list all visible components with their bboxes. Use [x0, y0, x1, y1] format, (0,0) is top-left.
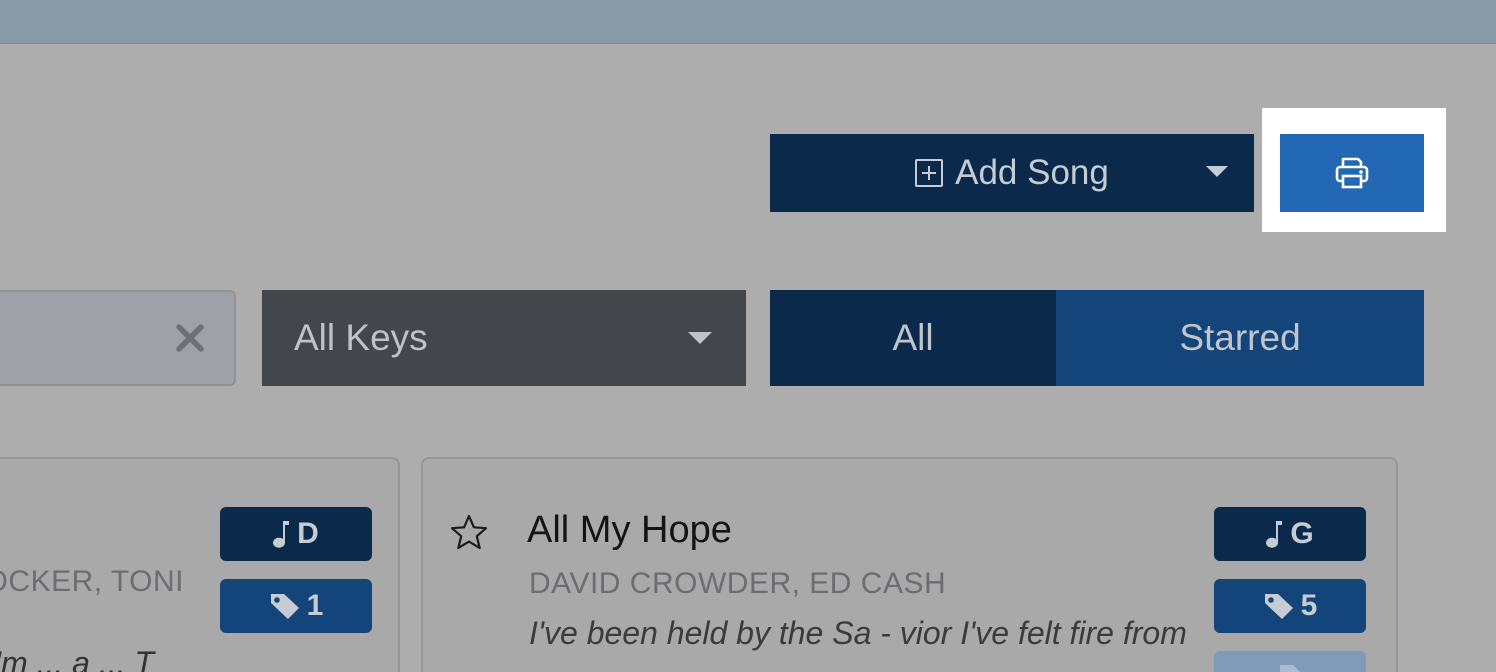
- star-outline-icon[interactable]: [449, 513, 489, 553]
- printer-icon: [1335, 157, 1369, 189]
- segment-all[interactable]: All: [770, 290, 1056, 386]
- clear-search-icon[interactable]: [174, 322, 206, 354]
- song-lyric: I'm ... a ... T: [0, 645, 154, 672]
- music-note-icon: [1266, 521, 1283, 548]
- music-note-icon: [273, 521, 290, 548]
- segment-starred[interactable]: Starred: [1056, 290, 1424, 386]
- song-card[interactable]: All My Hope DAVID CROWDER, ED CASH I've …: [421, 457, 1398, 672]
- search-input[interactable]: [6, 312, 160, 364]
- files-badge[interactable]: [1214, 651, 1366, 672]
- plus-square-icon: [915, 159, 944, 187]
- tag-icon: [270, 594, 299, 619]
- add-song-button[interactable]: Add Song: [770, 134, 1254, 212]
- key-badge-label: G: [1290, 517, 1314, 550]
- key-badge[interactable]: D: [220, 507, 372, 561]
- search-box[interactable]: [0, 290, 236, 386]
- key-badge[interactable]: G: [1214, 507, 1366, 561]
- file-icon: [1280, 665, 1300, 672]
- keys-select-value: All Keys: [294, 317, 428, 358]
- song-authors: DAVID CROWDER, ED CASH: [529, 567, 947, 600]
- song-card[interactable]: OCKER, TONI I'm ... a ... T D 1: [0, 457, 400, 672]
- tags-badge[interactable]: 5: [1214, 579, 1366, 633]
- print-button[interactable]: [1280, 134, 1424, 212]
- tags-count: 5: [1300, 589, 1318, 622]
- chevron-down-icon[interactable]: [1206, 166, 1228, 177]
- song-authors: OCKER, TONI: [0, 565, 184, 598]
- tag-icon: [1264, 594, 1293, 619]
- song-title[interactable]: All My Hope: [527, 509, 732, 552]
- keys-select[interactable]: All Keys: [262, 290, 746, 386]
- tags-badge[interactable]: 1: [220, 579, 372, 633]
- add-song-label: Add Song: [955, 153, 1109, 192]
- chevron-down-icon: [688, 332, 712, 344]
- song-lyric: I've been held by the Sa - vior I've fel…: [529, 615, 1187, 651]
- key-badge-label: D: [297, 517, 319, 550]
- top-bar: [0, 0, 1496, 44]
- tags-count: 1: [306, 589, 324, 622]
